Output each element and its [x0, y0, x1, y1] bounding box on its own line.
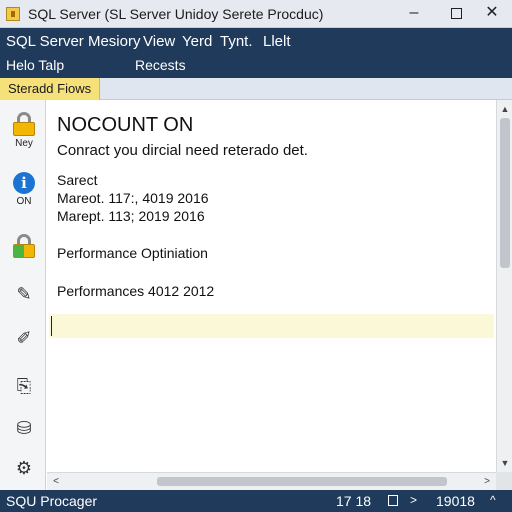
menu-llelt[interactable]: Llelt	[263, 33, 291, 50]
sidebar-item-tools[interactable]: ✐	[6, 326, 42, 364]
menu-sql-server[interactable]: SQL Server Mesiory	[6, 33, 140, 50]
status-position: 17 18	[336, 493, 372, 509]
vertical-scrollbar[interactable]: ▲ ▼	[496, 100, 512, 472]
settings-icon: ⚙	[15, 458, 33, 478]
sidebar-item-label: Ney	[15, 138, 33, 149]
status-number: 19018	[436, 493, 475, 509]
sidebar-item-lock[interactable]: Ney	[6, 112, 42, 150]
current-line-highlight	[49, 314, 494, 338]
maximize-icon	[450, 8, 462, 19]
scroll-right-arrow-icon[interactable]: >	[480, 474, 494, 490]
pencil-icon: ✎	[16, 284, 32, 304]
scrollbar-corner	[496, 472, 512, 490]
tab-strip: Steradd Fiows	[0, 78, 512, 100]
vertical-scroll-thumb[interactable]	[500, 118, 510, 268]
secondary-bar: Helo Talp Recests	[0, 56, 512, 78]
window-title: SQL Server (SL Server Unidoy Serete Proc…	[28, 6, 324, 22]
menu-yerd[interactable]: Yerd	[182, 33, 212, 50]
main-area: Ney i ON ✎ ✐ ⎘ ⛁ ⚙ NOCOUNT ON Conract yo…	[0, 100, 512, 490]
editor-line: Performance Optiniation	[57, 245, 208, 261]
editor-line: Performances 4012 2012	[57, 283, 215, 299]
database-icon: ⛁	[16, 418, 32, 438]
scroll-up-arrow-icon[interactable]: ▲	[497, 102, 512, 116]
square-icon[interactable]	[388, 495, 398, 506]
editor-line: NOCOUNT ON	[57, 114, 194, 136]
scroll-left-arrow-icon[interactable]: <	[49, 474, 63, 490]
status-app-name: SQU Procager	[6, 493, 98, 509]
menu-view[interactable]: View	[143, 33, 175, 50]
sidebar-item-secure[interactable]	[6, 234, 42, 272]
close-button[interactable]: ✕	[480, 3, 504, 25]
sidebar-item-label: ON	[16, 196, 32, 207]
lock-icon	[13, 112, 35, 136]
maximize-button[interactable]	[444, 3, 468, 25]
tab-steradd-fiows[interactable]: Steradd Fiows	[0, 78, 101, 100]
document-icon: ⎘	[16, 376, 32, 396]
menu-bar: SQL Server Mesiory View Yerd Tynt. Llelt…	[0, 28, 512, 81]
wrench-icon: ✐	[16, 328, 32, 348]
text-caret	[51, 316, 52, 336]
editor-line: Conract you dircial need reterado det.	[57, 142, 308, 159]
scroll-down-arrow-icon[interactable]: ▼	[497, 456, 512, 470]
recents-menu[interactable]: Recests	[135, 57, 186, 73]
sidebar-item-database[interactable]: ⛁	[6, 416, 42, 454]
title-bar: SQL Server (SL Server Unidoy Serete Proc…	[0, 0, 512, 28]
lock-green-icon	[13, 234, 35, 258]
app-icon	[6, 7, 20, 21]
chevron-right-icon[interactable]: >	[410, 493, 417, 507]
editor-line: Mareot. 117:, 4019 2016	[57, 190, 209, 206]
sidebar-item-edit[interactable]: ✎	[6, 282, 42, 320]
query-editor[interactable]: NOCOUNT ON Conract you dircial need rete…	[47, 100, 496, 472]
info-icon: i	[13, 172, 35, 194]
menu-tynt[interactable]: Tynt.	[220, 33, 253, 50]
minimize-button[interactable]: –	[402, 3, 426, 25]
sidebar-item-info[interactable]: i ON	[6, 172, 42, 210]
editor-line: Sarect	[57, 172, 98, 188]
sidebar-item-document[interactable]: ⎘	[6, 374, 42, 412]
sidebar-item-settings[interactable]: ⚙	[6, 456, 42, 494]
help-menu[interactable]: Helo Talp	[6, 57, 64, 73]
horizontal-scrollbar[interactable]: < >	[47, 472, 496, 490]
chevron-up-icon[interactable]: ^	[490, 493, 496, 507]
horizontal-scroll-thumb[interactable]	[157, 477, 447, 486]
editor-line: Marept. 113; 2019 2016	[57, 208, 205, 224]
sidebar: Ney i ON ✎ ✐ ⎘ ⛁ ⚙	[0, 100, 46, 490]
status-bar: SQU Procager 17 18 > 19018 ^	[0, 490, 512, 512]
